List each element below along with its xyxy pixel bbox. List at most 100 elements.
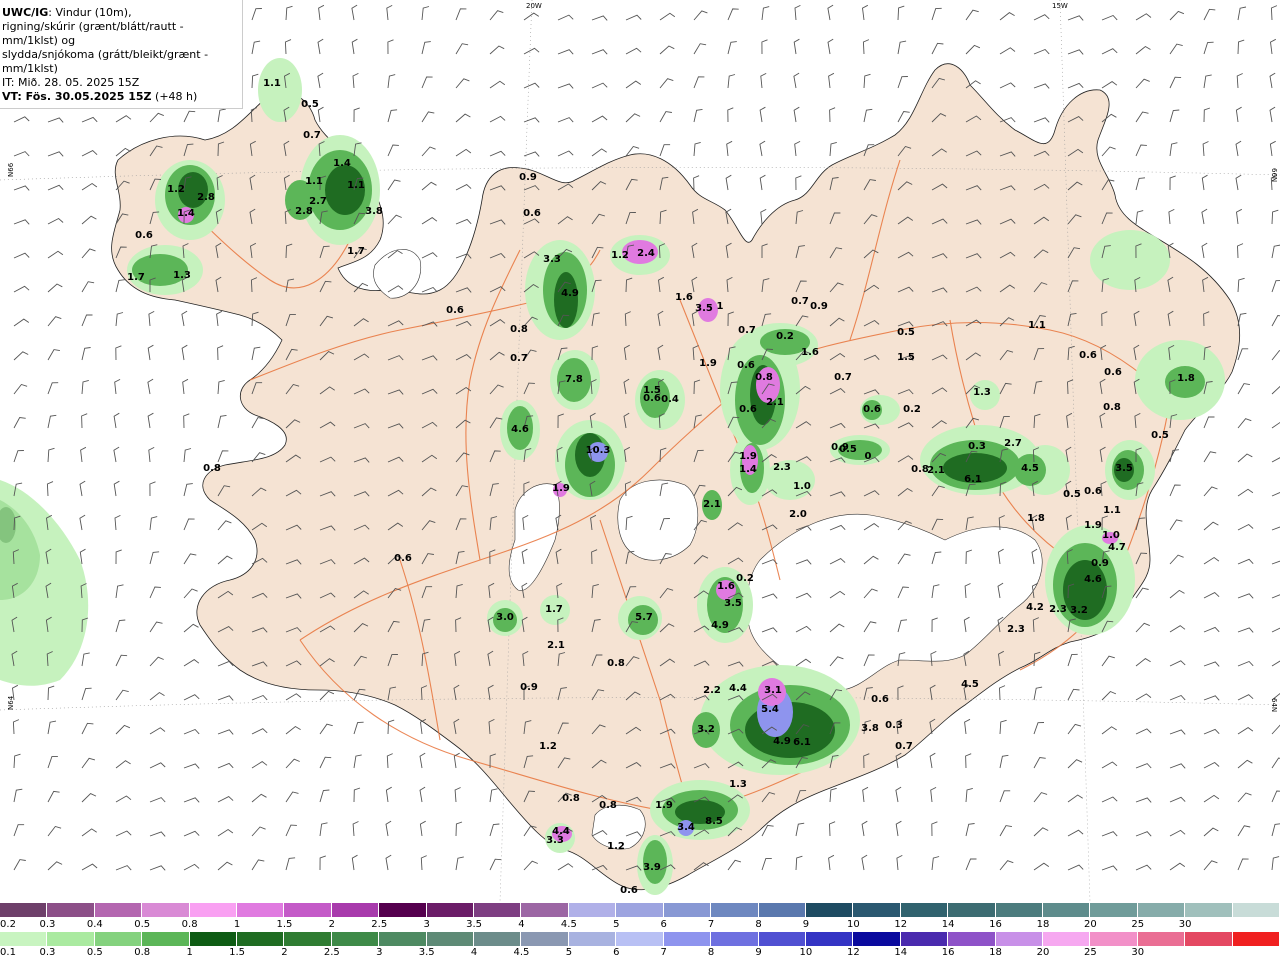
snow-color-swatch <box>1185 903 1233 917</box>
snow-color-swatch <box>853 903 901 917</box>
rain-tick-label: 16 <box>941 947 955 958</box>
precip-value-label: 1.1 <box>263 78 281 89</box>
rain-color-swatch <box>948 932 996 946</box>
precip-value-label: 0.5 <box>1151 430 1169 441</box>
precip-value-label: 1.9 <box>655 800 673 811</box>
precip-value-label: 4.6 <box>511 424 529 435</box>
precip-value-label: 2.1 <box>703 499 721 510</box>
precip-value-label: 0.8 <box>599 800 617 811</box>
rain-color-swatch <box>331 932 380 946</box>
precip-value-label: 1.5 <box>897 352 915 363</box>
precip-value-label: 1.3 <box>173 270 191 281</box>
precip-value-label: 4.7 <box>1108 542 1126 553</box>
rain-tick-label: 9 <box>755 947 762 958</box>
precip-value-label: 1.8 <box>1027 513 1045 524</box>
precip-value-label: 1.0 <box>1102 530 1120 541</box>
precip-value-label: 3.1 <box>764 685 782 696</box>
snow-color-swatch <box>189 903 238 917</box>
precip-value-label: 0.5 <box>839 444 857 455</box>
snow-tick-label: 4.5 <box>560 919 577 930</box>
precip-value-label: 8.5 <box>705 816 723 827</box>
snow-color-swatch <box>331 903 380 917</box>
snow-color-swatch <box>379 903 427 917</box>
snow-tick-label: 0.5 <box>134 919 151 930</box>
precip-value-label: 0.6 <box>446 305 464 316</box>
snow-colorbar-ticks: 0.2 0.3 0.4 0.5 0.8 1 1.5 2 2.5 3 3.5 4 4.5 5 6 7 8 9 10 12… <box>0 919 1280 931</box>
snow-color-swatch <box>805 903 854 917</box>
precip-value-label: 0.6 <box>863 404 881 415</box>
snow-color-swatch <box>94 903 143 917</box>
precip-value-label: 0.6 <box>620 885 638 896</box>
precip-value-label: 1 <box>717 301 724 312</box>
snow-color-swatch <box>711 903 759 917</box>
rain-tick-label: 25 <box>1083 947 1097 958</box>
snow-tick-label: 1.5 <box>276 919 293 930</box>
precip-value-label: 4.2 <box>1026 602 1044 613</box>
precip-value-label: 0.8 <box>510 324 528 335</box>
rain-color-swatch <box>474 932 522 946</box>
precip-value-label: 1.1 <box>305 176 323 187</box>
snow-color-swatch <box>616 903 664 917</box>
precip-value-label: 0.7 <box>303 130 321 141</box>
precip-value-label: 1.1 <box>347 180 365 191</box>
rain-tick-label: 0.3 <box>39 947 56 958</box>
snow-color-swatch <box>47 903 95 917</box>
rain-color-swatch <box>663 932 712 946</box>
info-desc-3: slydda/snjókoma (grátt/bleikt/grænt - mm… <box>2 48 209 75</box>
snow-tick-label: 3.5 <box>466 919 483 930</box>
precip-value-label: 0.8 <box>755 372 773 383</box>
precip-value-label: 0.4 <box>661 394 679 405</box>
valid-time-line: VT: Fös. 30.05.2025 15Z (+48 h) <box>2 90 234 104</box>
rain-color-swatch <box>142 932 190 946</box>
rain-tick-label: 2.5 <box>323 947 340 958</box>
info-line-1: UWC/IG: Vindur (10m), <box>2 6 234 20</box>
snow-color-swatch <box>1042 903 1091 917</box>
precip-value-label: 0.6 <box>394 553 412 564</box>
rain-color-swatch <box>426 932 475 946</box>
precip-value-label: 2.7 <box>1004 438 1022 449</box>
snow-color-swatch <box>948 903 996 917</box>
rain-color-swatch <box>0 932 48 946</box>
precip-value-label: 5.4 <box>761 704 779 715</box>
rain-tick-label: 10 <box>799 947 813 958</box>
precip-value-label: 0.6 <box>1084 486 1102 497</box>
precip-value-label: 3.4 <box>677 822 695 833</box>
rain-tick-label: 1.5 <box>229 947 245 958</box>
rain-colorbar <box>0 932 1280 946</box>
snow-color-swatch <box>142 903 190 917</box>
forecast-offset: (+48 h) <box>151 90 198 103</box>
rain-color-swatch <box>94 932 143 946</box>
precip-value-label: 0.6 <box>1079 350 1097 361</box>
snow-color-swatch <box>521 903 569 917</box>
info-desc-2: rigning/skúrir (grænt/blátt/rautt - mm/1… <box>2 20 184 47</box>
snow-color-swatch <box>568 903 617 917</box>
snow-tick-label: 6 <box>660 919 667 930</box>
rain-tick-label: 7 <box>660 947 667 958</box>
precip-value-label: 3.8 <box>861 723 879 734</box>
precip-value-label: 0.7 <box>895 741 913 752</box>
precip-value-label: 3.5 <box>724 598 742 609</box>
precip-value-label: 1.4 <box>739 464 757 475</box>
precip-value-label: 1.9 <box>552 483 570 494</box>
precip-value-label: 2.0 <box>789 509 807 520</box>
rain-color-swatch <box>616 932 664 946</box>
lon-label-20w: 20W <box>526 2 542 10</box>
precip-value-label: 0.5 <box>301 99 319 110</box>
precip-value-label: 1.0 <box>793 481 811 492</box>
precip-value-label: 2.2 <box>703 685 721 696</box>
precip-value-label: 0.8 <box>607 658 625 669</box>
precip-value-label: 7.8 <box>565 374 583 385</box>
precip-value-label: 2.4 <box>637 248 655 259</box>
precip-value-label: 0.5 <box>1063 489 1081 500</box>
precip-value-label: 3.5 <box>695 303 713 314</box>
snow-tick-label: 2.5 <box>371 919 388 930</box>
precip-value-label: 1.9 <box>1084 520 1102 531</box>
precip-value-label: 3.2 <box>697 724 715 735</box>
lat-label-64n-left: N64 <box>7 695 15 710</box>
precip-value-label: 0.6 <box>871 694 889 705</box>
glacier-hofsjokull <box>617 479 699 561</box>
snow-color-swatch <box>900 903 949 917</box>
rain-tick-label: 6 <box>613 947 620 958</box>
snow-tick-label: 20 <box>1083 919 1097 930</box>
snow-tick-label: 16 <box>989 919 1002 930</box>
